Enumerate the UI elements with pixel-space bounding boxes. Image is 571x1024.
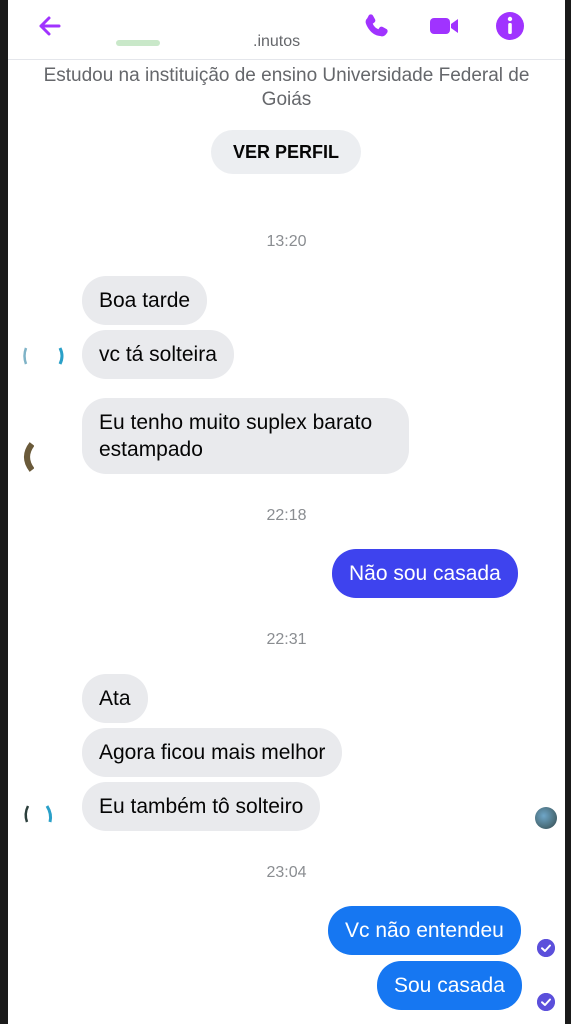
- sender-avatar-fragment: [24, 805, 30, 823]
- outgoing-message[interactable]: Não sou casada: [332, 549, 518, 598]
- seen-avatar: [535, 807, 557, 829]
- chat-header: .inutos: [8, 0, 565, 60]
- sender-avatar-fragment: [23, 347, 28, 365]
- screen-edge-left: [0, 0, 8, 1024]
- timestamp: 23:04: [266, 864, 307, 881]
- contact-name-redacted: [116, 40, 160, 46]
- screen-edge-right: [565, 0, 571, 1024]
- info-icon[interactable]: [492, 8, 528, 44]
- sender-avatar: [24, 442, 34, 472]
- phone-icon[interactable]: [358, 8, 394, 44]
- incoming-message[interactable]: vc tá solteira: [82, 330, 234, 379]
- timestamp: 22:31: [266, 631, 307, 648]
- sender-avatar-fragment: [58, 347, 64, 365]
- contact-status: .inutos: [253, 33, 301, 50]
- timestamp: 13:20: [266, 233, 307, 250]
- sender-avatar-fragment: [45, 805, 53, 823]
- delivered-check-icon: [537, 939, 555, 957]
- outgoing-message[interactable]: Vc não entendeu: [328, 906, 521, 955]
- profile-education-text: Estudou na instituição de ensino Univers…: [43, 65, 530, 110]
- video-camera-icon[interactable]: [426, 8, 462, 44]
- view-profile-button[interactable]: VER PERFIL: [211, 130, 361, 174]
- outgoing-message[interactable]: Sou casada: [377, 961, 522, 1010]
- arrow-left-icon[interactable]: [32, 8, 68, 44]
- incoming-message[interactable]: Ata: [82, 674, 148, 723]
- incoming-message[interactable]: Eu também tô solteiro: [82, 782, 321, 831]
- incoming-message[interactable]: Boa tarde: [82, 276, 208, 325]
- timestamp: 22:18: [266, 507, 307, 524]
- delivered-check-icon: [537, 993, 555, 1011]
- incoming-message[interactable]: Agora ficou mais melhor: [82, 728, 343, 777]
- incoming-message[interactable]: Eu tenho muito suplex barato estampado: [82, 398, 409, 474]
